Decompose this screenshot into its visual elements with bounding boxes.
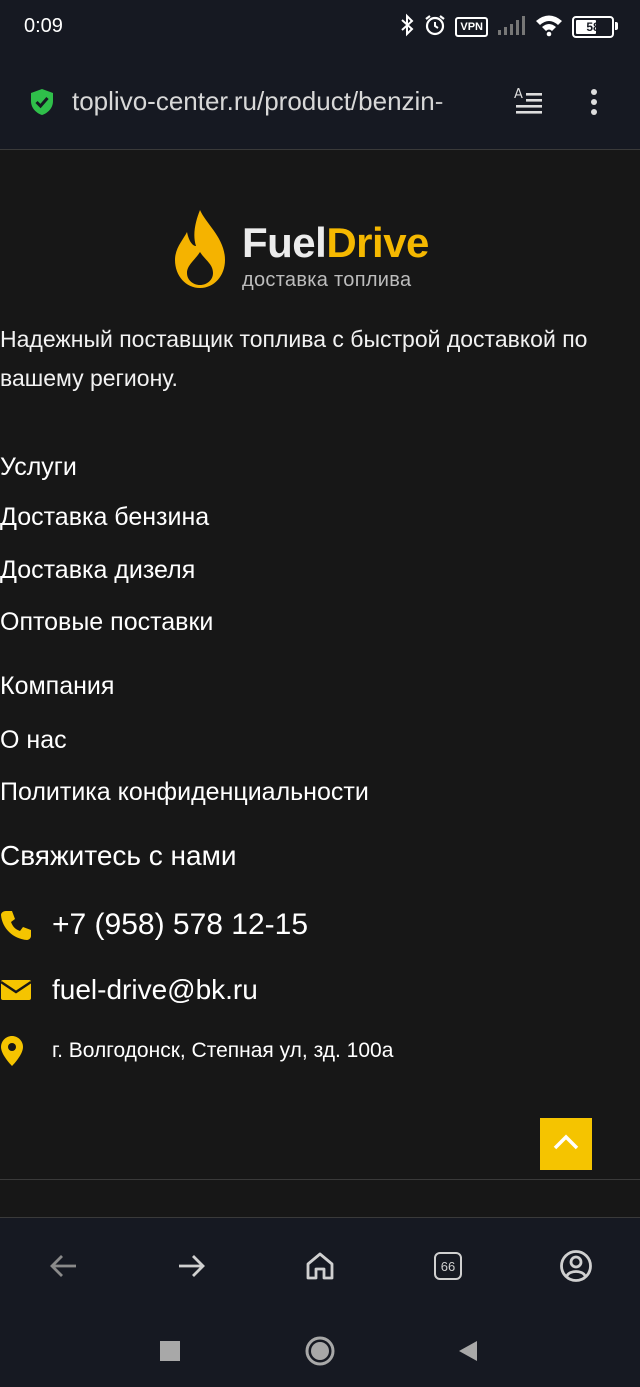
home-icon bbox=[306, 1252, 334, 1280]
contact-address: г. Волгодонск, Степная ул, зд. 100а bbox=[0, 1034, 393, 1068]
chevron-up-icon bbox=[552, 1133, 580, 1156]
signal-icon bbox=[496, 14, 526, 41]
phone-icon bbox=[0, 909, 36, 941]
brand-name: FuelDrive bbox=[242, 219, 429, 267]
link-about[interactable]: О нас bbox=[0, 726, 67, 755]
contacts-heading: Свяжитесь с нами bbox=[0, 840, 237, 871]
contact-email[interactable]: fuel-drive@bk.ru bbox=[0, 970, 258, 1010]
system-home-button[interactable] bbox=[302, 1333, 338, 1369]
link-privacy-policy[interactable]: Политика конфиденциальности bbox=[0, 778, 369, 807]
system-navigation-bar bbox=[0, 1313, 640, 1387]
footer-description: Надежный поставщик топлива с быстрой дос… bbox=[0, 326, 588, 391]
brand-tagline: доставка топлива bbox=[242, 269, 412, 291]
scroll-to-top-button[interactable] bbox=[540, 1118, 592, 1170]
address-text: г. Волгодонск, Степная ул, зд. 100а bbox=[52, 1039, 394, 1062]
services-heading: Услуги bbox=[0, 453, 77, 481]
home-button[interactable] bbox=[300, 1246, 340, 1286]
link-wholesale[interactable]: Оптовые поставки bbox=[0, 608, 213, 637]
triangle-back-icon bbox=[459, 1341, 477, 1361]
link-diesel-delivery[interactable]: Доставка дизеля bbox=[0, 556, 195, 585]
system-back-button[interactable] bbox=[450, 1333, 486, 1369]
url-text[interactable]: toplivo-center.ru/product/benzin- bbox=[72, 86, 494, 117]
arrow-left-icon bbox=[50, 1255, 76, 1277]
email-address[interactable]: fuel-drive@bk.ru bbox=[52, 974, 258, 1006]
vpn-badge: VPN bbox=[455, 17, 488, 37]
brand-name-part2: Drive bbox=[326, 219, 429, 266]
profile-button[interactable] bbox=[556, 1246, 596, 1286]
browser-bottom-toolbar: 66 bbox=[0, 1218, 640, 1313]
email-icon bbox=[0, 978, 36, 1002]
arrow-right-icon bbox=[179, 1255, 205, 1277]
tabs-count: 66 bbox=[434, 1252, 462, 1280]
location-pin-icon bbox=[0, 1035, 36, 1067]
svg-text:A: A bbox=[514, 87, 523, 102]
brand-name-part1: Fuel bbox=[242, 219, 327, 266]
secure-shield-icon[interactable] bbox=[30, 88, 54, 121]
tabs-button[interactable]: 66 bbox=[428, 1246, 468, 1286]
bluetooth-icon bbox=[399, 13, 415, 42]
square-icon bbox=[160, 1341, 180, 1361]
contact-phone[interactable]: +7 (958) 578 12-15 bbox=[0, 905, 308, 945]
status-bar: 0:09 VPN 58 bbox=[0, 0, 640, 56]
more-menu-icon[interactable] bbox=[584, 88, 604, 123]
forward-button[interactable] bbox=[171, 1246, 211, 1286]
alarm-icon bbox=[423, 13, 447, 42]
flame-icon bbox=[170, 208, 230, 295]
back-button[interactable] bbox=[44, 1246, 84, 1286]
battery-icon: 58 bbox=[572, 16, 618, 38]
phone-number[interactable]: +7 (958) 578 12-15 bbox=[52, 908, 308, 942]
status-icons: VPN 58 bbox=[399, 12, 618, 42]
wifi-icon bbox=[534, 13, 564, 42]
company-heading: Компания bbox=[0, 672, 115, 700]
battery-level: 58 bbox=[586, 20, 600, 34]
circle-icon bbox=[305, 1336, 335, 1366]
profile-icon bbox=[560, 1250, 592, 1282]
footer-divider bbox=[0, 1179, 640, 1180]
reader-mode-icon[interactable]: A bbox=[512, 86, 546, 121]
site-logo[interactable]: FuelDrive доставка топлива bbox=[170, 205, 470, 295]
recent-apps-button[interactable] bbox=[152, 1333, 188, 1369]
status-time: 0:09 bbox=[24, 15, 63, 37]
browser-address-bar: toplivo-center.ru/product/benzin- A bbox=[0, 56, 640, 150]
link-petrol-delivery[interactable]: Доставка бензина bbox=[0, 503, 209, 532]
